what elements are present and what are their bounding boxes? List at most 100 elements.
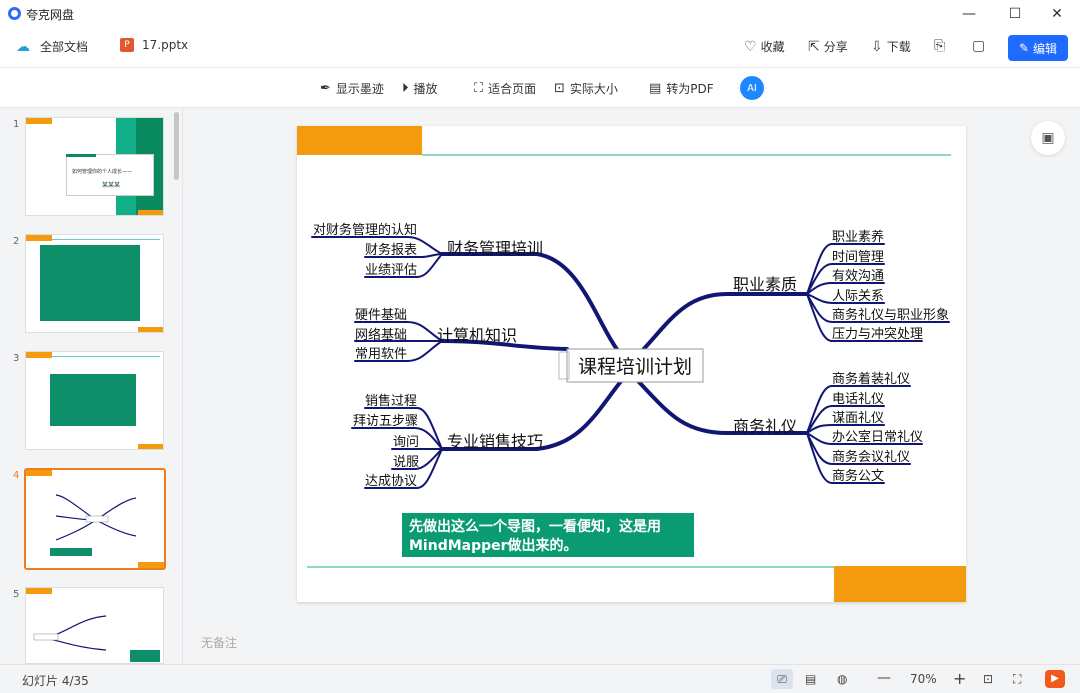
thumbnail-caption: 如何管理你的个人成长——: [72, 169, 133, 175]
zoom-level: 70%: [910, 672, 937, 686]
show-ink-label: 显示墨迹: [335, 82, 384, 96]
quark-logo-icon: [8, 7, 21, 20]
leaf-finance-1: 对财务管理的认知: [313, 222, 417, 238]
branch-etiquette-title: 商务礼仪: [733, 417, 797, 436]
leaf-sales-4: 说服: [393, 455, 419, 470]
play-label: 播放: [413, 82, 438, 96]
leaf-etiquette-2: 电话礼仪: [832, 391, 884, 407]
branch-computer-title: 计算机知识: [437, 326, 517, 345]
leaf-etiquette-1: 商务着装礼仪: [832, 371, 910, 387]
download-label: 下载: [886, 40, 911, 54]
thumbnail-slide-3[interactable]: [25, 351, 164, 450]
favorite-button[interactable]: ♡ 收藏: [744, 38, 785, 55]
plus-icon: +: [953, 669, 967, 688]
play-button[interactable]: ⏵ 播放: [402, 80, 438, 97]
leaf-computer-3: 常用软件: [355, 347, 407, 362]
leaf-sales-3: 询问: [393, 435, 419, 450]
title-bar: 夸克网盘 — ☐ ✕: [0, 0, 1080, 28]
thumbnail-number: 4: [13, 470, 20, 481]
edit-label: 编辑: [1033, 41, 1058, 56]
leaf-etiquette-5: 商务会议礼仪: [832, 449, 910, 465]
notes-placeholder: 无备注: [201, 636, 238, 650]
leaf-computer-1: 硬件基础: [355, 308, 407, 323]
ink-pen-icon: ✒: [320, 81, 331, 96]
notes-panel-icon: ▣: [1041, 130, 1055, 146]
thumbnail-mindmap: [50, 494, 137, 556]
thumbnail-slide-5[interactable]: [25, 587, 164, 664]
fit-page-button[interactable]: ⛶ 适合页面: [474, 80, 536, 97]
fullscreen-icon: ⛶: [1013, 672, 1022, 686]
leaf-career-5: 商务礼仪与职业形象: [832, 307, 949, 323]
leaf-sales-1: 销售过程: [365, 393, 417, 409]
notes-view-button[interactable]: ▤: [805, 672, 816, 686]
pdf-icon: ▤: [649, 81, 662, 96]
fit-view-button[interactable]: ⊡: [983, 672, 993, 686]
leaf-career-2: 时间管理: [832, 250, 884, 265]
leaf-finance-3: 业绩评估: [365, 263, 417, 278]
feedback-button[interactable]: ▢: [972, 38, 989, 54]
close-button[interactable]: ✕: [1034, 0, 1080, 28]
download-button[interactable]: ⇩ 下载: [871, 38, 911, 55]
ai-assistant-button[interactable]: AI: [740, 76, 764, 100]
thumbnail-mindmap: [33, 615, 160, 662]
fit-page-icon: ⛶: [474, 81, 484, 96]
sidebar-scrollbar[interactable]: [174, 112, 179, 180]
leaf-sales-5: 达成协议: [365, 474, 417, 489]
web-view-button[interactable]: ◍: [837, 672, 847, 686]
thumbnail-slide-2[interactable]: [25, 234, 164, 333]
zoom-out-button[interactable]: —: [877, 670, 891, 686]
maximize-button[interactable]: ☐: [992, 0, 1038, 28]
center-node: 课程培训计划: [558, 348, 704, 383]
open-external-button[interactable]: ⎘: [934, 38, 949, 54]
pptx-file-icon: P: [120, 38, 134, 52]
thumbnail-slide-1[interactable]: 如何管理你的个人成长—— 某某某: [25, 117, 164, 216]
status-bar: 幻灯片 4/35 ⎚ ▤ ◍ — 70% + ⊡ ⛶ ▶: [0, 664, 1080, 693]
slideshow-button[interactable]: ▶: [1045, 670, 1065, 688]
show-ink-button[interactable]: ✒ 显示墨迹: [320, 80, 384, 97]
center-node-label: 课程培训计划: [578, 356, 692, 378]
minimize-button[interactable]: —: [946, 0, 992, 28]
file-name: 17.pptx: [142, 38, 189, 52]
leaf-computer-2: 网络基础: [355, 327, 407, 343]
favorite-label: 收藏: [760, 40, 785, 54]
thumbnail-number: 2: [13, 236, 20, 247]
leaf-etiquette-4: 办公室日常礼仪: [832, 429, 923, 445]
heart-icon: ♡: [744, 38, 757, 55]
all-docs-button[interactable]: ☁ 全部文档: [16, 38, 88, 55]
download-icon: ⇩: [871, 38, 883, 55]
play-icon: ▶: [1051, 673, 1059, 684]
actual-size-button[interactable]: ⊡ 实际大小: [554, 80, 618, 97]
edit-button[interactable]: ✎ 编辑: [1008, 35, 1068, 61]
convert-pdf-label: 转为PDF: [666, 82, 714, 96]
slide-view-icon: ⎚: [777, 672, 787, 686]
side-panel-button[interactable]: ▣: [1031, 121, 1065, 155]
play-icon: ⏵: [402, 81, 409, 96]
notes-view-icon: ▤: [805, 672, 817, 686]
file-tab[interactable]: P 17.pptx: [120, 38, 188, 52]
thumbnail-slide-4[interactable]: [24, 468, 166, 570]
branch-career-title: 职业素质: [733, 275, 797, 294]
share-button[interactable]: ⇱ 分享: [808, 38, 848, 55]
fullscreen-button[interactable]: ⛶: [1013, 672, 1021, 687]
leaf-etiquette-3: 谋面礼仪: [832, 410, 884, 426]
slide-4: 课程培训计划 财务管理培训 计算机知识 专业销售技巧 职业素质 商务礼仪 对财务…: [297, 126, 966, 602]
leaf-sales-2: 拜访五步骤: [353, 414, 418, 429]
branch-sales-title: 专业销售技巧: [447, 432, 543, 451]
all-docs-label: 全部文档: [40, 40, 89, 54]
convert-pdf-button[interactable]: ▤ 转为PDF: [649, 80, 714, 97]
leaf-career-4: 人际关系: [832, 289, 884, 304]
leaf-career-1: 职业素养: [832, 229, 884, 245]
comment-icon: ▢: [972, 38, 986, 54]
thumbnail-number: 1: [13, 119, 20, 130]
actual-size-icon: ⊡: [554, 81, 565, 96]
pencil-icon: ✎: [1018, 41, 1030, 55]
minus-icon: —: [877, 670, 891, 686]
leaf-etiquette-6: 商务公文: [832, 468, 884, 484]
slide-note-line-2: MindMapper做出来的。: [409, 537, 578, 554]
cloud-icon: ☁: [16, 38, 30, 55]
branch-finance-title: 财务管理培训: [447, 239, 543, 258]
slide-note-line-1: 先做出这么一个导图，一看便知，这是用: [409, 518, 661, 535]
normal-view-button[interactable]: ⎚: [771, 669, 793, 689]
fit-page-label: 适合页面: [488, 82, 537, 96]
zoom-in-button[interactable]: +: [953, 669, 966, 688]
